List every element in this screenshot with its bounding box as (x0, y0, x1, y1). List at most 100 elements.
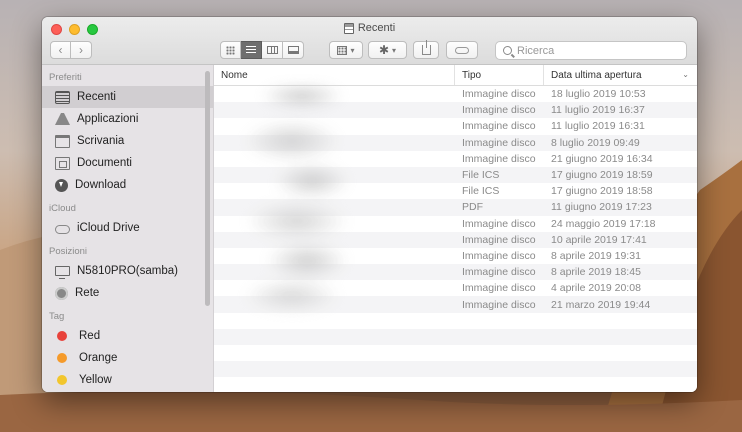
chevron-left-icon: ‹ (58, 43, 63, 57)
sidebar-item-label: Red (79, 330, 101, 342)
sidebar-item-label: N5810PRO(samba) (77, 265, 178, 277)
navigation-buttons: ‹ › (50, 41, 92, 59)
column-header: Nome Tipo Data ultima apertura ⌄ (214, 65, 697, 86)
computer-icon (55, 266, 70, 279)
recent-icon (55, 90, 70, 104)
empty-row (214, 345, 697, 361)
sidebar-section-title: Preferiti (49, 72, 82, 83)
sidebar-item-applicazioni[interactable]: Applicazioni (42, 108, 213, 130)
file-date-cell: 21 giugno 2019 16:34 (551, 152, 653, 165)
file-date-cell: 17 giugno 2019 18:59 (551, 169, 653, 182)
sidebar-item-label: iCloud Drive (77, 222, 140, 234)
search-icon (503, 46, 512, 55)
file-kind-cell: Immagine disco (462, 104, 536, 117)
sidebar-tag-yellow[interactable]: Yellow (42, 369, 213, 391)
sidebar-item-label: Recenti (77, 91, 116, 103)
sidebar-tag-red[interactable]: Red (42, 325, 213, 347)
sidebar-item-label: Orange (79, 352, 118, 364)
sidebar-item-n5810pro[interactable]: N5810PRO(samba) (42, 260, 213, 282)
file-date-cell: 24 maggio 2019 17:18 (551, 217, 656, 230)
tag-color-dot (57, 375, 67, 385)
group-by-button[interactable]: ▾ (329, 41, 363, 59)
finder-window: Recenti ‹ › ▾ ✱▾ Pr (42, 17, 697, 392)
search-field[interactable] (495, 41, 687, 60)
sidebar-item-label: Scrivania (77, 135, 125, 147)
documents-icon (55, 156, 70, 170)
forward-button[interactable]: › (71, 41, 92, 59)
icon-view-button[interactable] (220, 41, 241, 59)
columns-icon (266, 46, 278, 54)
chevron-down-icon: ⌄ (682, 70, 689, 79)
file-date-cell: 11 luglio 2019 16:31 (551, 120, 645, 133)
file-kind-cell: Immagine disco (462, 282, 536, 295)
arrange-icon (337, 45, 348, 55)
sidebar-item-documenti[interactable]: Documenti (42, 152, 213, 174)
file-date-cell: 11 giugno 2019 17:23 (551, 201, 652, 214)
sidebar-item-label: Applicazioni (77, 113, 139, 125)
chevron-down-icon: ▾ (392, 45, 397, 55)
sidebar-tag-orange[interactable]: Orange (42, 347, 213, 369)
list-view-button[interactable] (241, 41, 262, 59)
tag-color-dot (57, 353, 67, 363)
titlebar: Recenti ‹ › ▾ ✱ ▾ (42, 17, 697, 65)
file-date-cell: 8 aprile 2019 18:45 (551, 266, 641, 279)
download-icon (55, 178, 68, 192)
back-button[interactable]: ‹ (50, 41, 71, 59)
tags-button[interactable] (446, 41, 478, 59)
empty-row (214, 377, 697, 392)
tag-color-dot (57, 331, 67, 341)
sidebar-item-label: Rete (75, 287, 100, 299)
empty-row (214, 328, 697, 345)
column-header-date-label: Data ultima apertura (551, 69, 642, 81)
file-kind-cell: Immagine disco (462, 217, 536, 230)
column-header-name[interactable]: Nome (214, 65, 455, 85)
gallery-view-button[interactable] (283, 41, 304, 59)
grid-icon (226, 45, 235, 55)
tag-icon (455, 46, 469, 54)
sidebar-item-rete[interactable]: Rete (42, 282, 213, 304)
cloud-icon (55, 225, 70, 234)
file-kind-cell: Immagine disco (462, 88, 536, 101)
sidebar-section-title: Tag (49, 311, 65, 322)
file-kind-cell: Immagine disco (462, 120, 536, 133)
sidebar: Preferiti Recenti Applicazioni Scrivania… (42, 65, 214, 392)
search-input[interactable] (517, 44, 667, 57)
file-date-cell: 11 luglio 2019 16:37 (551, 104, 645, 117)
window-title: Recenti (42, 22, 697, 34)
share-button[interactable] (413, 40, 439, 59)
chevron-down-icon: ▾ (350, 45, 355, 55)
sidebar-item-icloud-drive[interactable]: iCloud Drive (42, 217, 213, 239)
sidebar-section-title: iCloud (49, 203, 76, 214)
sidebar-item-scrivania[interactable]: Scrivania (42, 130, 213, 152)
file-date-cell: 18 luglio 2019 10:53 (551, 88, 646, 101)
gallery-icon (287, 46, 299, 54)
desktop-icon (55, 134, 70, 148)
sidebar-item-recenti[interactable]: Recenti (42, 86, 213, 108)
action-menu-button[interactable]: ✱ ▾ (368, 41, 407, 59)
file-rows: Immagine disco 18 luglio 2019 10:53 Immagi… (214, 86, 697, 392)
column-header-date[interactable]: Data ultima apertura ⌄ (544, 65, 697, 85)
file-kind-cell: Immagine disco (462, 298, 536, 311)
gear-icon: ✱ (378, 43, 390, 57)
file-kind-cell: Immagine disco (462, 249, 536, 262)
file-kind-cell: File ICS (462, 169, 500, 182)
file-kind-cell: Immagine disco (462, 266, 536, 279)
sidebar-item-label: Documenti (77, 157, 132, 169)
empty-row (214, 361, 697, 378)
file-list: Nome Tipo Data ultima apertura ⌄ Immagin… (214, 65, 697, 392)
file-date-cell: 21 marzo 2019 19:44 (551, 298, 651, 311)
file-date-cell: 8 aprile 2019 19:31 (551, 249, 641, 262)
column-view-button[interactable] (262, 41, 283, 59)
file-kind-cell: Immagine disco (462, 136, 536, 149)
file-date-cell: 17 giugno 2019 18:58 (551, 185, 653, 198)
column-header-kind[interactable]: Tipo (455, 65, 544, 85)
sidebar-item-download[interactable]: Download (42, 174, 213, 196)
file-kind-cell: Immagine disco (462, 233, 536, 246)
sidebar-scrollbar[interactable] (205, 71, 210, 306)
sidebar-item-label: Yellow (79, 374, 112, 386)
file-kind-cell: PDF (462, 201, 483, 214)
file-kind-cell: File ICS (462, 185, 500, 198)
recents-folder-icon (343, 22, 354, 34)
file-date-cell: 10 aprile 2019 17:41 (551, 233, 647, 246)
file-kind-cell: Immagine disco (462, 152, 536, 165)
